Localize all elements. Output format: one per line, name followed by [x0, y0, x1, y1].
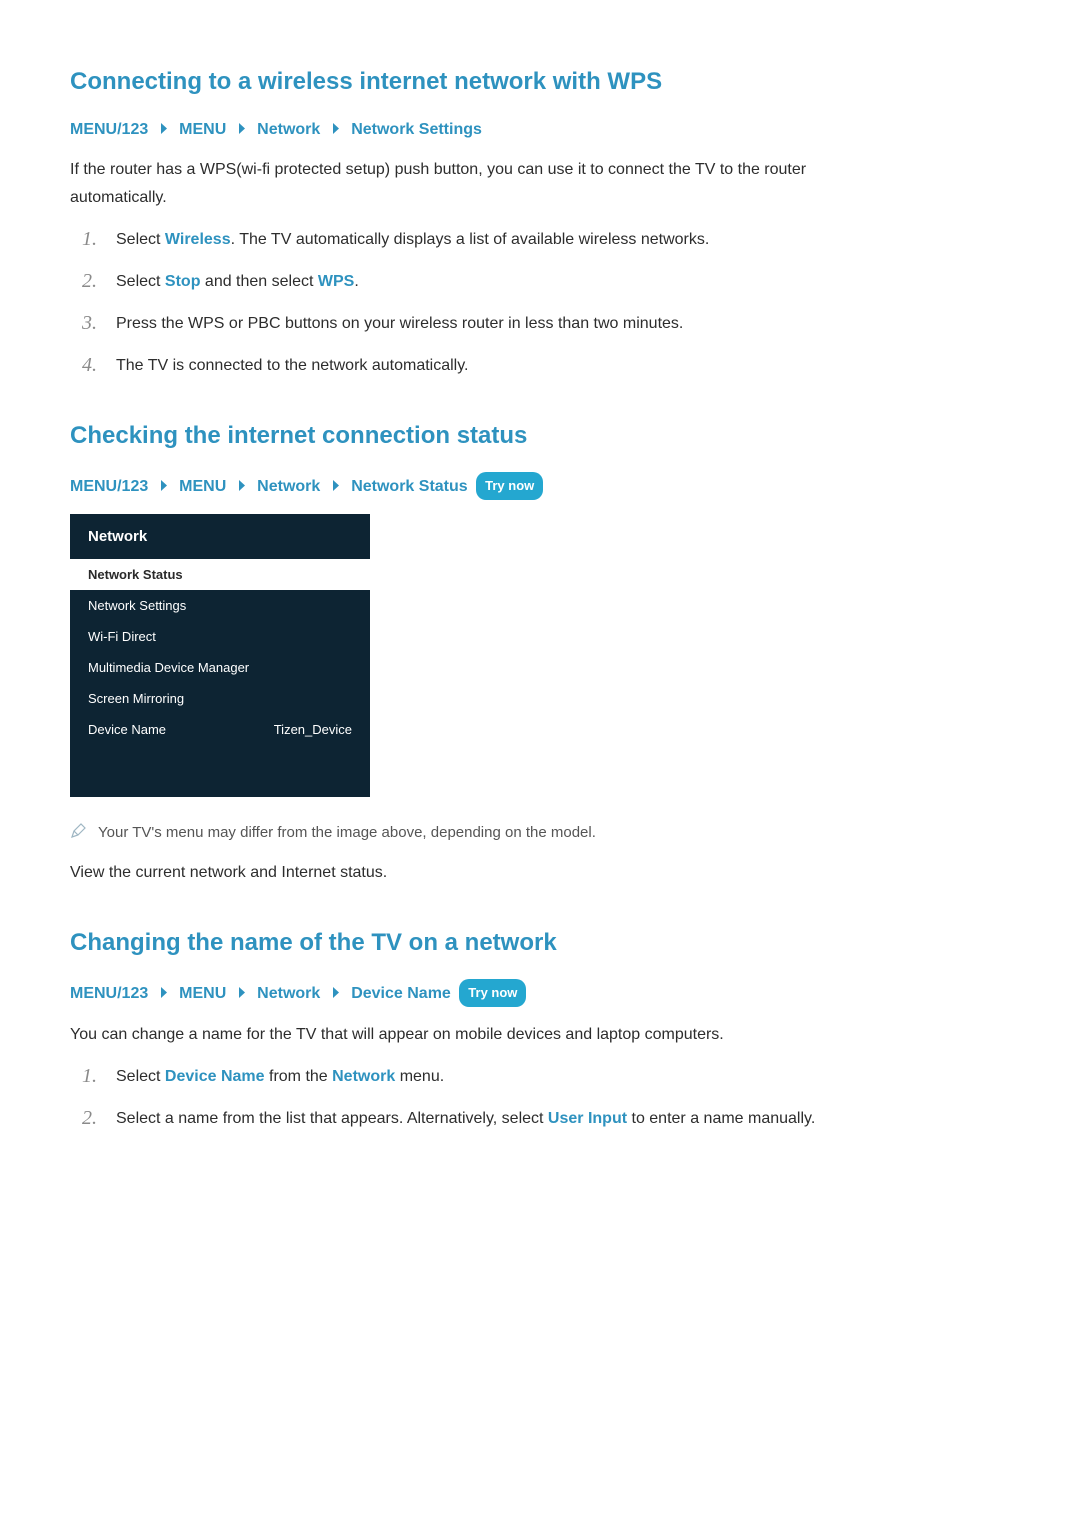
chevron-right-icon [237, 123, 247, 134]
section-rename: Changing the name of the TV on a network… [70, 929, 890, 1133]
panel-item-screen-mirroring[interactable]: Screen Mirroring [70, 683, 370, 714]
crumb-network: Network [257, 121, 320, 138]
panel-item-device-name[interactable]: Device Name Tizen_Device [70, 714, 370, 745]
note-row: Your TV's menu may differ from the image… [70, 821, 890, 845]
breadcrumb-rename: MENU/123 MENU Network Device Name Try no… [70, 979, 890, 1007]
breadcrumb-status: MENU/123 MENU Network Network Status Try… [70, 472, 890, 500]
heading-rename: Changing the name of the TV on a network [70, 929, 890, 957]
status-para: View the current network and Internet st… [70, 859, 890, 887]
note-text: Your TV's menu may differ from the image… [98, 821, 596, 845]
keyword-wps: WPS [318, 273, 354, 290]
keyword-network: Network [332, 1068, 395, 1085]
keyword-stop: Stop [165, 273, 201, 290]
heading-status: Checking the internet connection status [70, 422, 890, 450]
crumb-network-status: Network Status [351, 478, 467, 495]
section-status: Checking the internet connection status … [70, 422, 890, 887]
try-now-badge[interactable]: Try now [476, 472, 543, 500]
wps-steps: Select Wireless. The TV automatically di… [70, 226, 890, 380]
chevron-right-icon [159, 480, 169, 491]
rename-step-1: Select Device Name from the Network menu… [88, 1063, 890, 1091]
panel-item-network-settings[interactable]: Network Settings [70, 590, 370, 621]
breadcrumb-wps: MENU/123 MENU Network Network Settings [70, 118, 890, 142]
heading-wps: Connecting to a wireless internet networ… [70, 68, 890, 96]
chevron-right-icon [331, 123, 341, 134]
crumb-menu123: MENU/123 [70, 478, 148, 495]
panel-item-network-status[interactable]: Network Status [70, 559, 370, 590]
crumb-network: Network [257, 478, 320, 495]
crumb-menu: MENU [179, 985, 226, 1002]
rename-intro: You can change a name for the TV that wi… [70, 1021, 890, 1049]
rename-step-2: Select a name from the list that appears… [88, 1105, 890, 1133]
panel-item-wifi-direct[interactable]: Wi-Fi Direct [70, 621, 370, 652]
wps-intro: If the router has a WPS(wi-fi protected … [70, 156, 890, 212]
chevron-right-icon [237, 480, 247, 491]
wps-step-2: Select Stop and then select WPS. [88, 268, 890, 296]
chevron-right-icon [159, 123, 169, 134]
page-content: Connecting to a wireless internet networ… [0, 0, 950, 1215]
keyword-user-input: User Input [548, 1110, 627, 1127]
crumb-menu123: MENU/123 [70, 121, 148, 138]
chevron-right-icon [331, 480, 341, 491]
crumb-menu123: MENU/123 [70, 985, 148, 1002]
panel-item-device-name-value: Tizen_Device [274, 722, 352, 737]
keyword-device-name: Device Name [165, 1068, 265, 1085]
chevron-right-icon [237, 987, 247, 998]
wps-step-1: Select Wireless. The TV automatically di… [88, 226, 890, 254]
crumb-menu: MENU [179, 478, 226, 495]
keyword-wireless: Wireless [165, 231, 231, 248]
chevron-right-icon [331, 987, 341, 998]
try-now-badge[interactable]: Try now [459, 979, 526, 1007]
panel-title: Network [70, 514, 370, 559]
panel-item-multimedia-device-manager[interactable]: Multimedia Device Manager [70, 652, 370, 683]
pencil-icon [70, 823, 86, 839]
chevron-right-icon [159, 987, 169, 998]
wps-step-4: The TV is connected to the network autom… [88, 352, 890, 380]
crumb-device-name: Device Name [351, 985, 451, 1002]
rename-steps: Select Device Name from the Network menu… [70, 1063, 890, 1133]
crumb-menu: MENU [179, 121, 226, 138]
section-wps: Connecting to a wireless internet networ… [70, 68, 890, 380]
network-menu-panel: Network Network Status Network Settings … [70, 514, 370, 797]
wps-step-3: Press the WPS or PBC buttons on your wir… [88, 310, 890, 338]
crumb-network: Network [257, 985, 320, 1002]
crumb-network-settings: Network Settings [351, 121, 482, 138]
